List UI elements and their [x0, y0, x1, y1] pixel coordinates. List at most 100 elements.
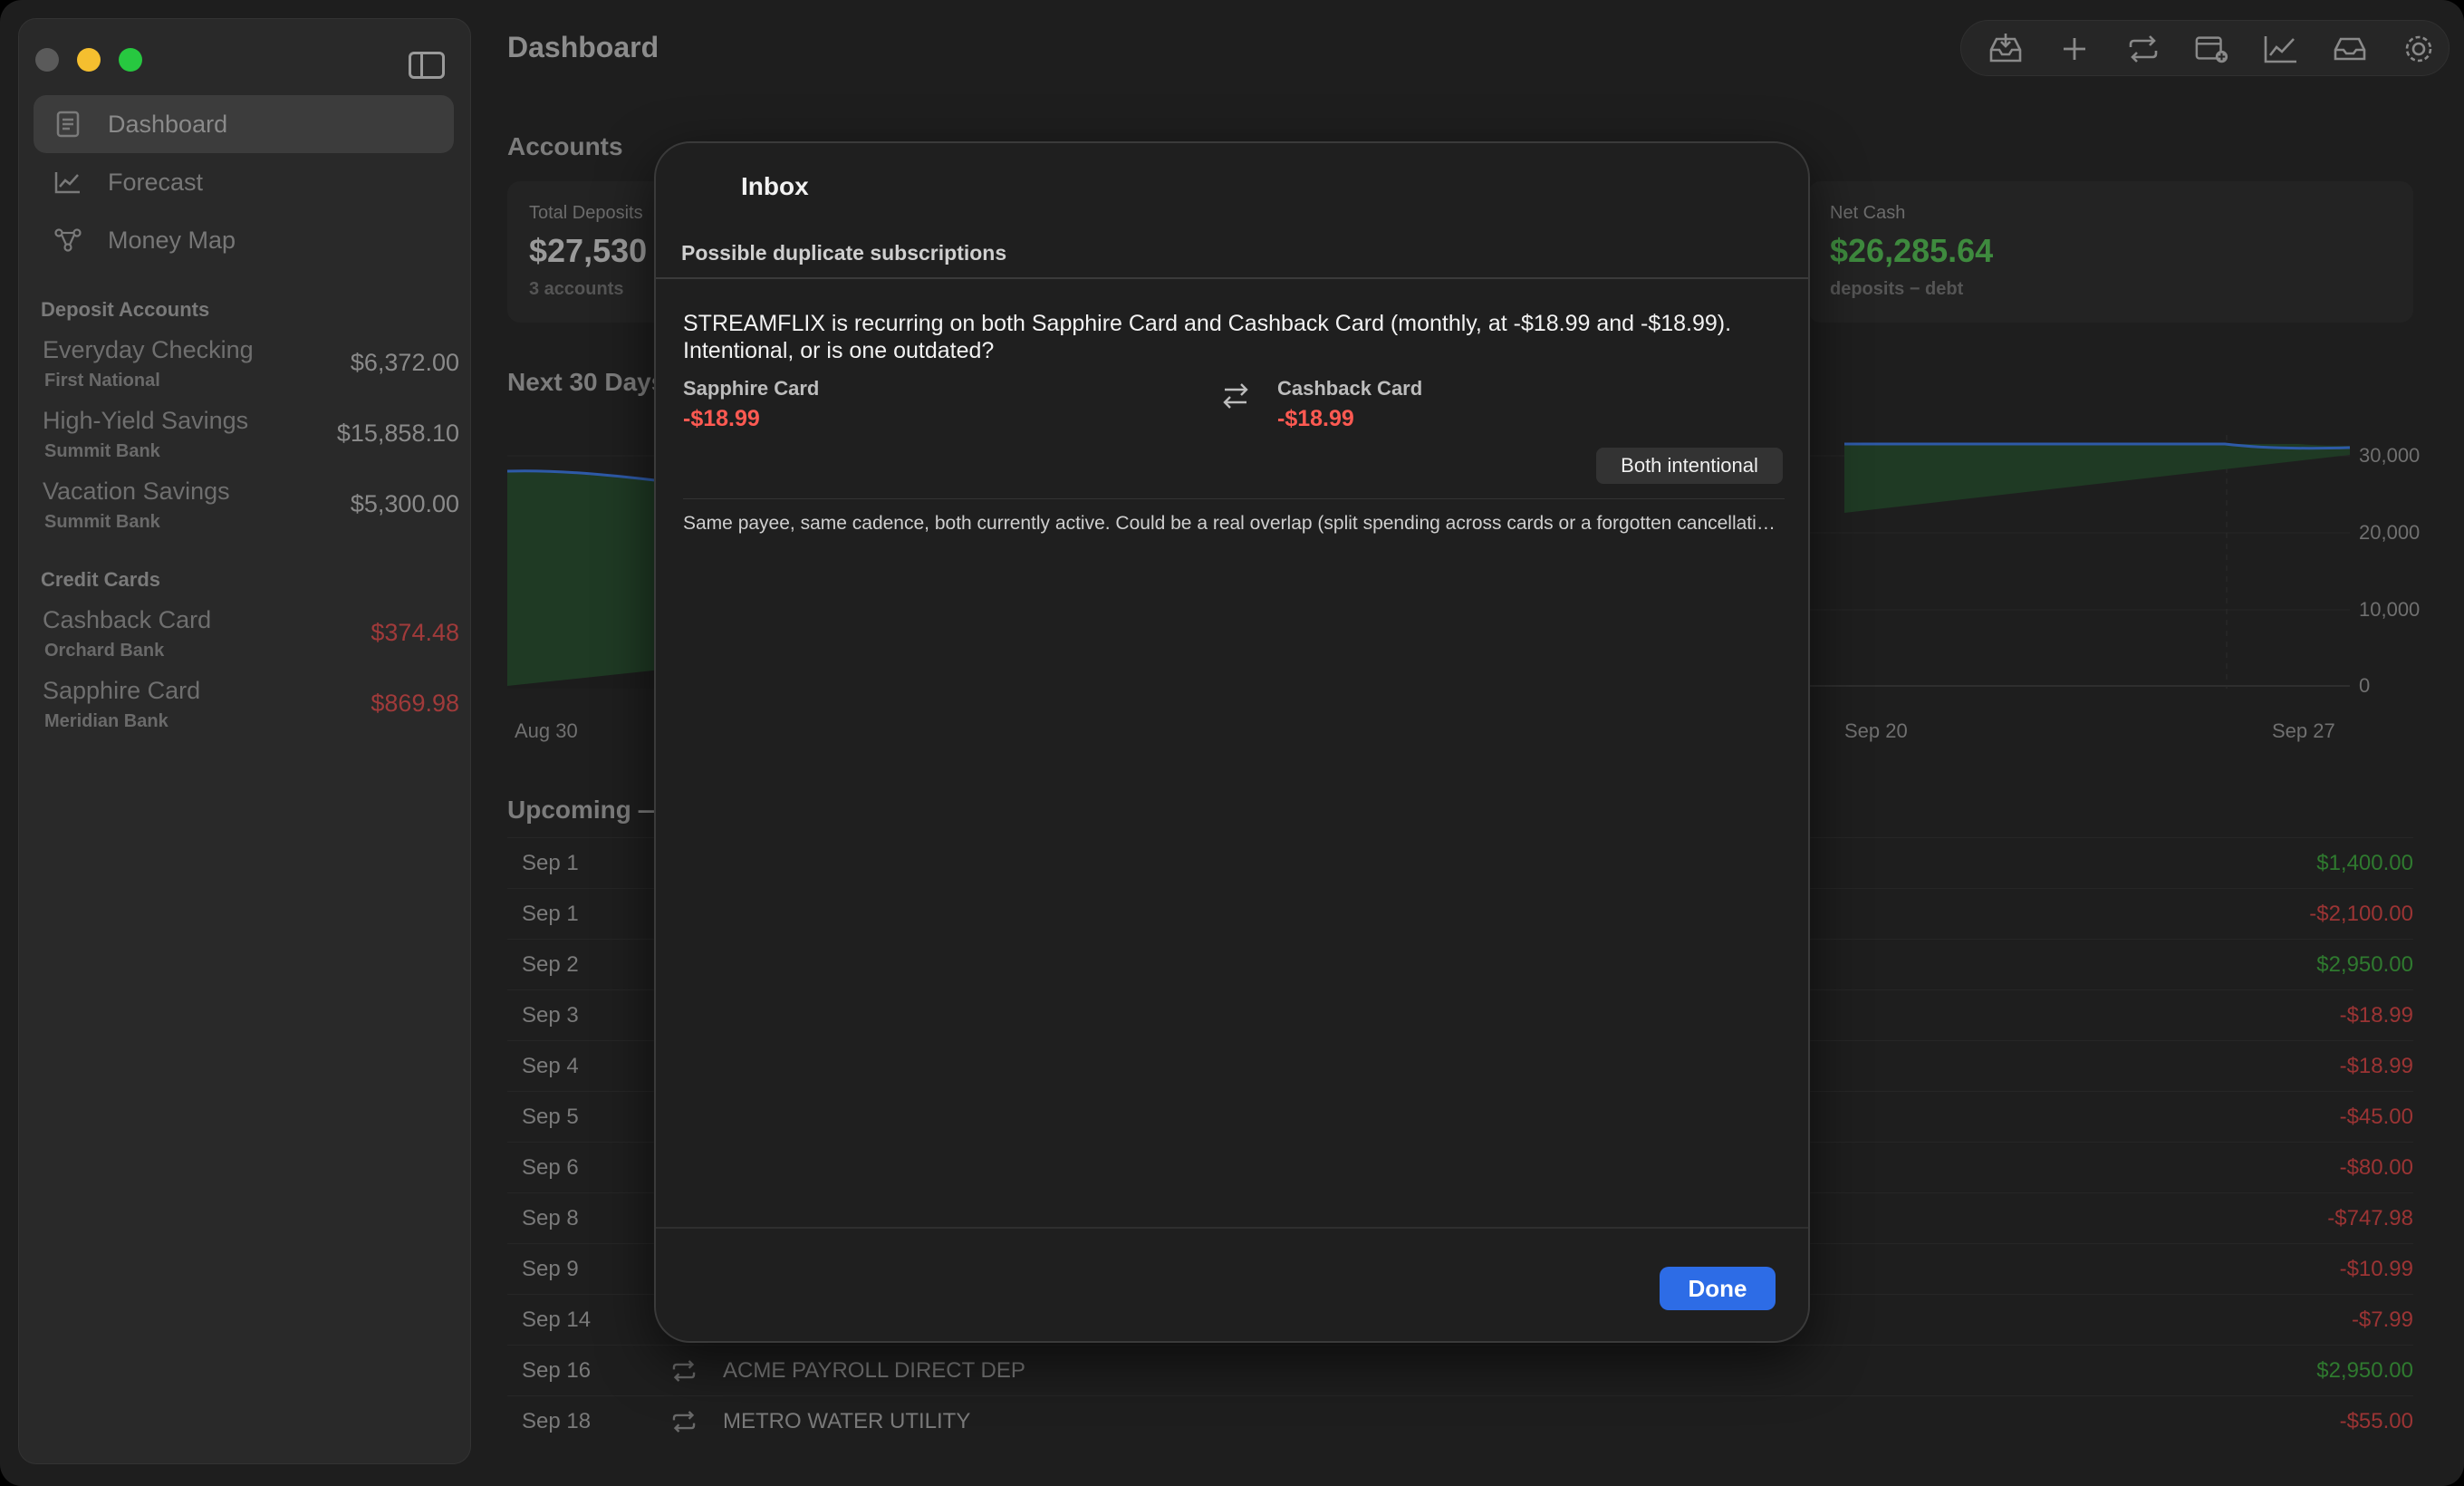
y-tick-label: 10,000 [2359, 598, 2421, 621]
maximize-window-button[interactable] [119, 48, 142, 72]
account-bank: Meridian Bank [44, 711, 168, 731]
sidebar-account-high-yield-savings[interactable]: High-Yield Savings Summit Bank $15,858.1… [43, 407, 459, 470]
duplicate-subscriptions-heading: Possible duplicate subscriptions [681, 241, 1007, 265]
divider [683, 498, 1785, 499]
stat-value: $26,285.64 [1830, 232, 1994, 269]
right-account-amount: -$18.99 [1277, 406, 1354, 431]
sidebar-item-label: Dashboard [108, 110, 228, 138]
duplicate-message: STREAMFLIX is recurring on both Sapphire… [683, 311, 1732, 363]
account-bank: Summit Bank [44, 441, 160, 461]
row-date: Sep 14 [522, 1307, 592, 1332]
sidebar-item-forecast[interactable]: Forecast [34, 153, 454, 211]
x-tick-label: Sep 27 [2272, 719, 2335, 742]
stat-sub: 3 accounts [529, 279, 624, 299]
row-date: Sep 1 [522, 902, 579, 926]
document-icon [53, 110, 82, 139]
page-title: Dashboard [507, 31, 659, 63]
row-date: Sep 16 [522, 1358, 592, 1383]
divider [656, 277, 1808, 279]
row-amount: -$7.99 [2351, 1307, 2413, 1332]
row-amount: $1,400.00 [2316, 851, 2413, 875]
row-amount: -$45.00 [2339, 1105, 2413, 1129]
deposit-accounts-header: Deposit Accounts [41, 298, 210, 321]
sidebar-account-vacation-savings[interactable]: Vacation Savings Summit Bank $5,300.00 [43, 478, 459, 541]
divider [656, 1227, 1808, 1229]
left-account-amount: -$18.99 [683, 406, 760, 431]
network-icon [53, 226, 82, 255]
both-intentional-button[interactable]: Both intentional [1596, 448, 1783, 484]
account-balance: $5,300.00 [350, 490, 459, 517]
sidebar-toggle-icon[interactable] [409, 52, 445, 79]
row-amount: $2,950.00 [2316, 952, 2413, 977]
tray-icon[interactable] [2333, 34, 2367, 64]
account-name: Cashback Card [43, 606, 212, 633]
y-tick-label: 0 [2359, 674, 2371, 697]
recurring-icon [670, 1409, 698, 1434]
right-account-name: Cashback Card [1277, 377, 1423, 400]
app-window: Dashboard Forecast Money Map Deposit Acc… [0, 0, 2464, 1486]
stat-label: Net Cash [1830, 203, 1906, 223]
sidebar-account-everyday-checking[interactable]: Everyday Checking First National $6,372.… [43, 336, 459, 400]
account-balance: $869.98 [371, 690, 459, 717]
row-payee: ACME PAYROLL DIRECT DEP [723, 1358, 1025, 1383]
left-account-name: Sapphire Card [683, 377, 820, 400]
trend-icon [53, 168, 82, 197]
row-date: Sep 18 [522, 1409, 592, 1433]
dialog-title: Inbox [741, 172, 809, 200]
upcoming-section-title: Upcoming — [507, 796, 664, 824]
swap-arrows-icon [1221, 381, 1250, 411]
row-amount: $2,950.00 [2316, 1358, 2413, 1383]
row-amount: -$80.00 [2339, 1155, 2413, 1180]
x-tick-label: Aug 30 [515, 719, 578, 742]
y-tick-label: 30,000 [2359, 444, 2421, 467]
row-amount: -$747.98 [2327, 1206, 2413, 1230]
account-balance: $374.48 [371, 619, 459, 646]
row-date: Sep 2 [522, 952, 579, 977]
sidebar: Dashboard Forecast Money Map Deposit Acc… [18, 18, 471, 1464]
account-bank: Summit Bank [44, 512, 160, 532]
x-tick-label: Sep 20 [1844, 719, 1908, 742]
stat-label: Total Deposits [529, 203, 643, 223]
sidebar-account-cashback-card[interactable]: Cashback Card Orchard Bank $374.48 [43, 606, 459, 670]
calendar-add-icon[interactable] [2195, 34, 2229, 64]
net-cash-card: Net Cash $26,285.64 deposits − debt [1808, 181, 2413, 323]
recurring-icon [670, 1358, 698, 1384]
inbox-icon[interactable] [1988, 34, 2023, 64]
explanation-text: Same payee, same cadence, both currently… [683, 513, 1785, 534]
sidebar-item-label: Forecast [108, 168, 204, 196]
sidebar-item-money-map[interactable]: Money Map [34, 211, 454, 269]
account-balance: $15,858.10 [336, 420, 459, 447]
sidebar-item-dashboard[interactable]: Dashboard [34, 95, 454, 153]
row-date: Sep 8 [522, 1206, 579, 1230]
account-name: Sapphire Card [43, 677, 201, 704]
row-date: Sep 6 [522, 1155, 579, 1180]
recurring-icon[interactable] [2126, 34, 2161, 64]
plus-icon[interactable] [2057, 34, 2092, 64]
account-bank: First National [44, 371, 160, 391]
account-balance: $6,372.00 [350, 349, 459, 376]
account-bank: Orchard Bank [44, 641, 165, 661]
row-payee: METRO WATER UTILITY [723, 1409, 971, 1433]
table-row[interactable]: Sep 16 ACME PAYROLL DIRECT DEP $2,950.00 [507, 1345, 2413, 1395]
account-name: High-Yield Savings [43, 407, 249, 434]
next-30-days-title: Next 30 Days [507, 368, 666, 396]
row-amount: -$2,100.00 [2309, 902, 2413, 926]
stat-value: $27,530 [529, 232, 648, 269]
y-tick-label: 20,000 [2359, 521, 2421, 544]
toolbar [1960, 20, 2450, 76]
close-window-button[interactable] [35, 48, 59, 72]
row-date: Sep 5 [522, 1105, 579, 1129]
minimize-window-button[interactable] [77, 48, 101, 72]
chart-icon[interactable] [2264, 34, 2298, 64]
row-date: Sep 3 [522, 1003, 579, 1028]
sidebar-account-sapphire-card[interactable]: Sapphire Card Meridian Bank $869.98 [43, 677, 459, 740]
row-date: Sep 9 [522, 1257, 579, 1281]
account-name: Vacation Savings [43, 478, 230, 505]
row-amount: -$18.99 [2339, 1054, 2413, 1078]
done-button[interactable]: Done [1660, 1267, 1776, 1310]
row-amount: -$18.99 [2339, 1003, 2413, 1028]
row-date: Sep 1 [522, 851, 579, 875]
table-row[interactable]: Sep 18 METRO WATER UTILITY -$55.00 [507, 1395, 2413, 1446]
stat-sub: deposits − debt [1830, 279, 1964, 299]
gear-icon[interactable] [2401, 34, 2436, 64]
